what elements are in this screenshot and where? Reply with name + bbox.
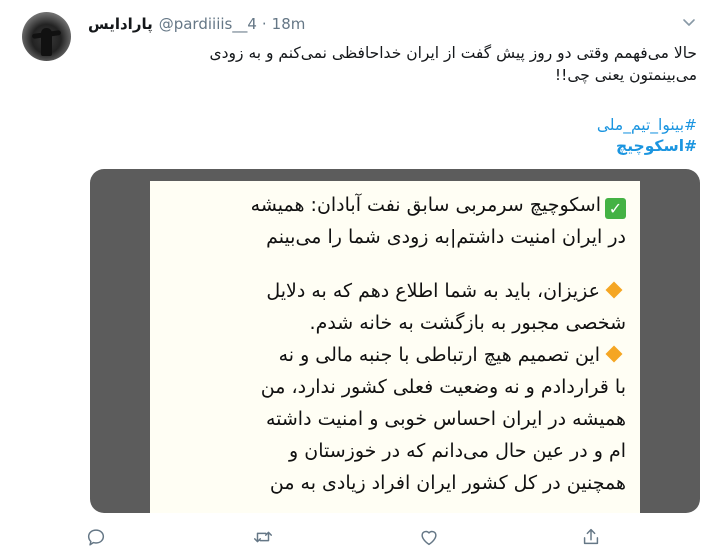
hashtag-link[interactable]: #بینوا_تیم_ملی bbox=[80, 115, 697, 136]
media-text-line: همچنین در کل کشور ایران افراد زیادی به م… bbox=[269, 472, 626, 494]
tweet-actions bbox=[0, 526, 717, 548]
display-name[interactable]: پارادایس bbox=[88, 15, 153, 33]
tweet-text-line: می‌بینمتون یعنی چی!! bbox=[554, 66, 697, 84]
tweet-header: پارادایس @pardiiiis__4 · 18m bbox=[88, 14, 305, 34]
reply-icon[interactable] bbox=[85, 526, 107, 548]
media-text-line: ✓اسکوچیچ سرمربی سابق نفت آبادان: همیشه bbox=[168, 189, 626, 221]
media-text-line: عزیزان، باید به شما اطلاع دهم که به دلای… bbox=[168, 275, 626, 307]
orange-diamond-icon bbox=[605, 345, 623, 363]
chevron-down-icon[interactable] bbox=[681, 14, 697, 30]
media-text-line: همیشه در ایران احساس خوبی و امنیت داشته bbox=[265, 408, 626, 430]
hashtag-link[interactable]: #اسکوچیچ bbox=[80, 136, 697, 157]
media-text-line: این تصمیم هیچ ارتباطی با جنبه مالی و نه bbox=[168, 339, 626, 371]
tweet-media-image[interactable]: ✓اسکوچیچ سرمربی سابق نفت آبادان: همیشه د… bbox=[90, 169, 700, 513]
media-text-card: ✓اسکوچیچ سرمربی سابق نفت آبادان: همیشه د… bbox=[150, 181, 640, 513]
media-text-line: در ایران امنیت داشتم|به زودی شما را می‌ب… bbox=[266, 226, 626, 248]
user-handle[interactable]: @pardiiiis__4 bbox=[159, 15, 257, 33]
tweet-timestamp[interactable]: 18m bbox=[272, 15, 306, 33]
tweet-text-line: حالا می‌فهمم وقتی دو روز پیش گفت از ایرا… bbox=[209, 44, 697, 62]
media-text-line: با قراردادم و نه وضعیت فعلی کشور ندارد، … bbox=[260, 376, 626, 398]
media-text-line: ام و در عین حال می‌دانم که در خوزستان و bbox=[289, 440, 626, 462]
check-mark-icon: ✓ bbox=[605, 198, 626, 219]
retweet-icon[interactable] bbox=[252, 526, 274, 548]
hashtag-list: #بینوا_تیم_ملی #اسکوچیچ bbox=[80, 115, 697, 157]
tweet-text: حالا می‌فهمم وقتی دو روز پیش گفت از ایرا… bbox=[80, 42, 697, 86]
avatar[interactable] bbox=[22, 12, 71, 61]
avatar-figure bbox=[41, 28, 52, 56]
header-separator: · bbox=[261, 15, 267, 33]
share-icon[interactable] bbox=[580, 526, 602, 548]
orange-diamond-icon bbox=[605, 281, 623, 299]
media-text-line: شخصی مجبور به بازگشت به خانه شدم. bbox=[309, 312, 626, 334]
like-icon[interactable] bbox=[418, 526, 440, 548]
